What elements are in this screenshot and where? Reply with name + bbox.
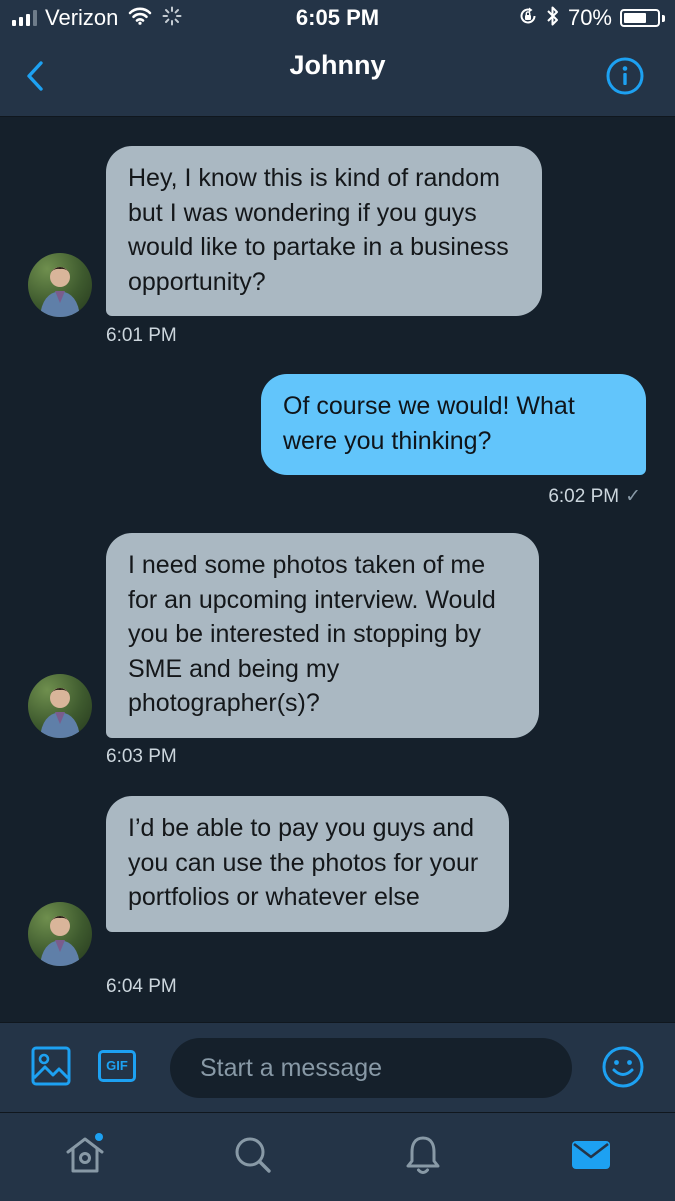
search-icon: [235, 1137, 271, 1173]
emoji-button[interactable]: [601, 1045, 645, 1089]
message-bubble-incoming[interactable]: I need some photos taken of me for an up…: [106, 533, 539, 738]
info-icon: [606, 57, 644, 95]
conversation-info-button[interactable]: [605, 56, 645, 96]
message-timestamp: 6:02 PM: [548, 486, 620, 507]
bluetooth-icon: [546, 5, 560, 32]
avatar[interactable]: [28, 253, 92, 317]
battery-level-fill: [624, 13, 646, 23]
conversation-title[interactable]: Johnny: [0, 50, 675, 81]
profile-photo: [40, 267, 80, 317]
tab-home[interactable]: [63, 1133, 107, 1177]
messages-icon: [572, 1141, 610, 1169]
message-composer: GIF: [0, 1022, 675, 1113]
status-bar: Verizon 6:05 PM 70%: [0, 0, 675, 36]
rotation-lock-icon: [518, 6, 538, 31]
home-icon: [66, 1133, 104, 1173]
image-icon: [31, 1046, 71, 1086]
gif-button[interactable]: GIF: [98, 1050, 136, 1082]
profile-photo: [40, 688, 80, 738]
add-photo-button[interactable]: [30, 1045, 72, 1087]
conversation-header: Johnny: [0, 36, 675, 117]
avatar[interactable]: [28, 674, 92, 738]
tab-notifications[interactable]: [401, 1133, 445, 1177]
message-bubble-incoming[interactable]: I’d be able to pay you guys and you can …: [106, 796, 509, 932]
battery-icon: [620, 9, 660, 27]
avatar[interactable]: [28, 902, 92, 966]
battery-percentage: 70%: [567, 5, 612, 30]
home-notification-dot: [95, 1133, 103, 1141]
message-timestamp-outgoing: 6:02 PM ✓: [548, 485, 641, 508]
bottom-tab-bar: [0, 1112, 675, 1201]
profile-photo: [40, 916, 80, 966]
message-bubble-outgoing[interactable]: Of course we would! What were you thinki…: [261, 374, 646, 475]
tab-messages[interactable]: [569, 1133, 613, 1177]
notifications-icon: [406, 1136, 440, 1174]
message-timestamp: 6:04 PM: [106, 976, 177, 997]
message-timestamp: 6:01 PM: [106, 325, 177, 346]
message-input[interactable]: [170, 1038, 572, 1098]
tab-search[interactable]: [231, 1133, 275, 1177]
battery-tip: [662, 14, 665, 22]
message-timestamp: 6:03 PM: [106, 746, 177, 767]
message-thread[interactable]: Hey, I know this is kind of random but I…: [0, 117, 675, 1022]
emoji-icon: [602, 1046, 644, 1088]
message-bubble-incoming[interactable]: Hey, I know this is kind of random but I…: [106, 146, 542, 316]
delivered-check-icon: ✓: [625, 486, 641, 507]
